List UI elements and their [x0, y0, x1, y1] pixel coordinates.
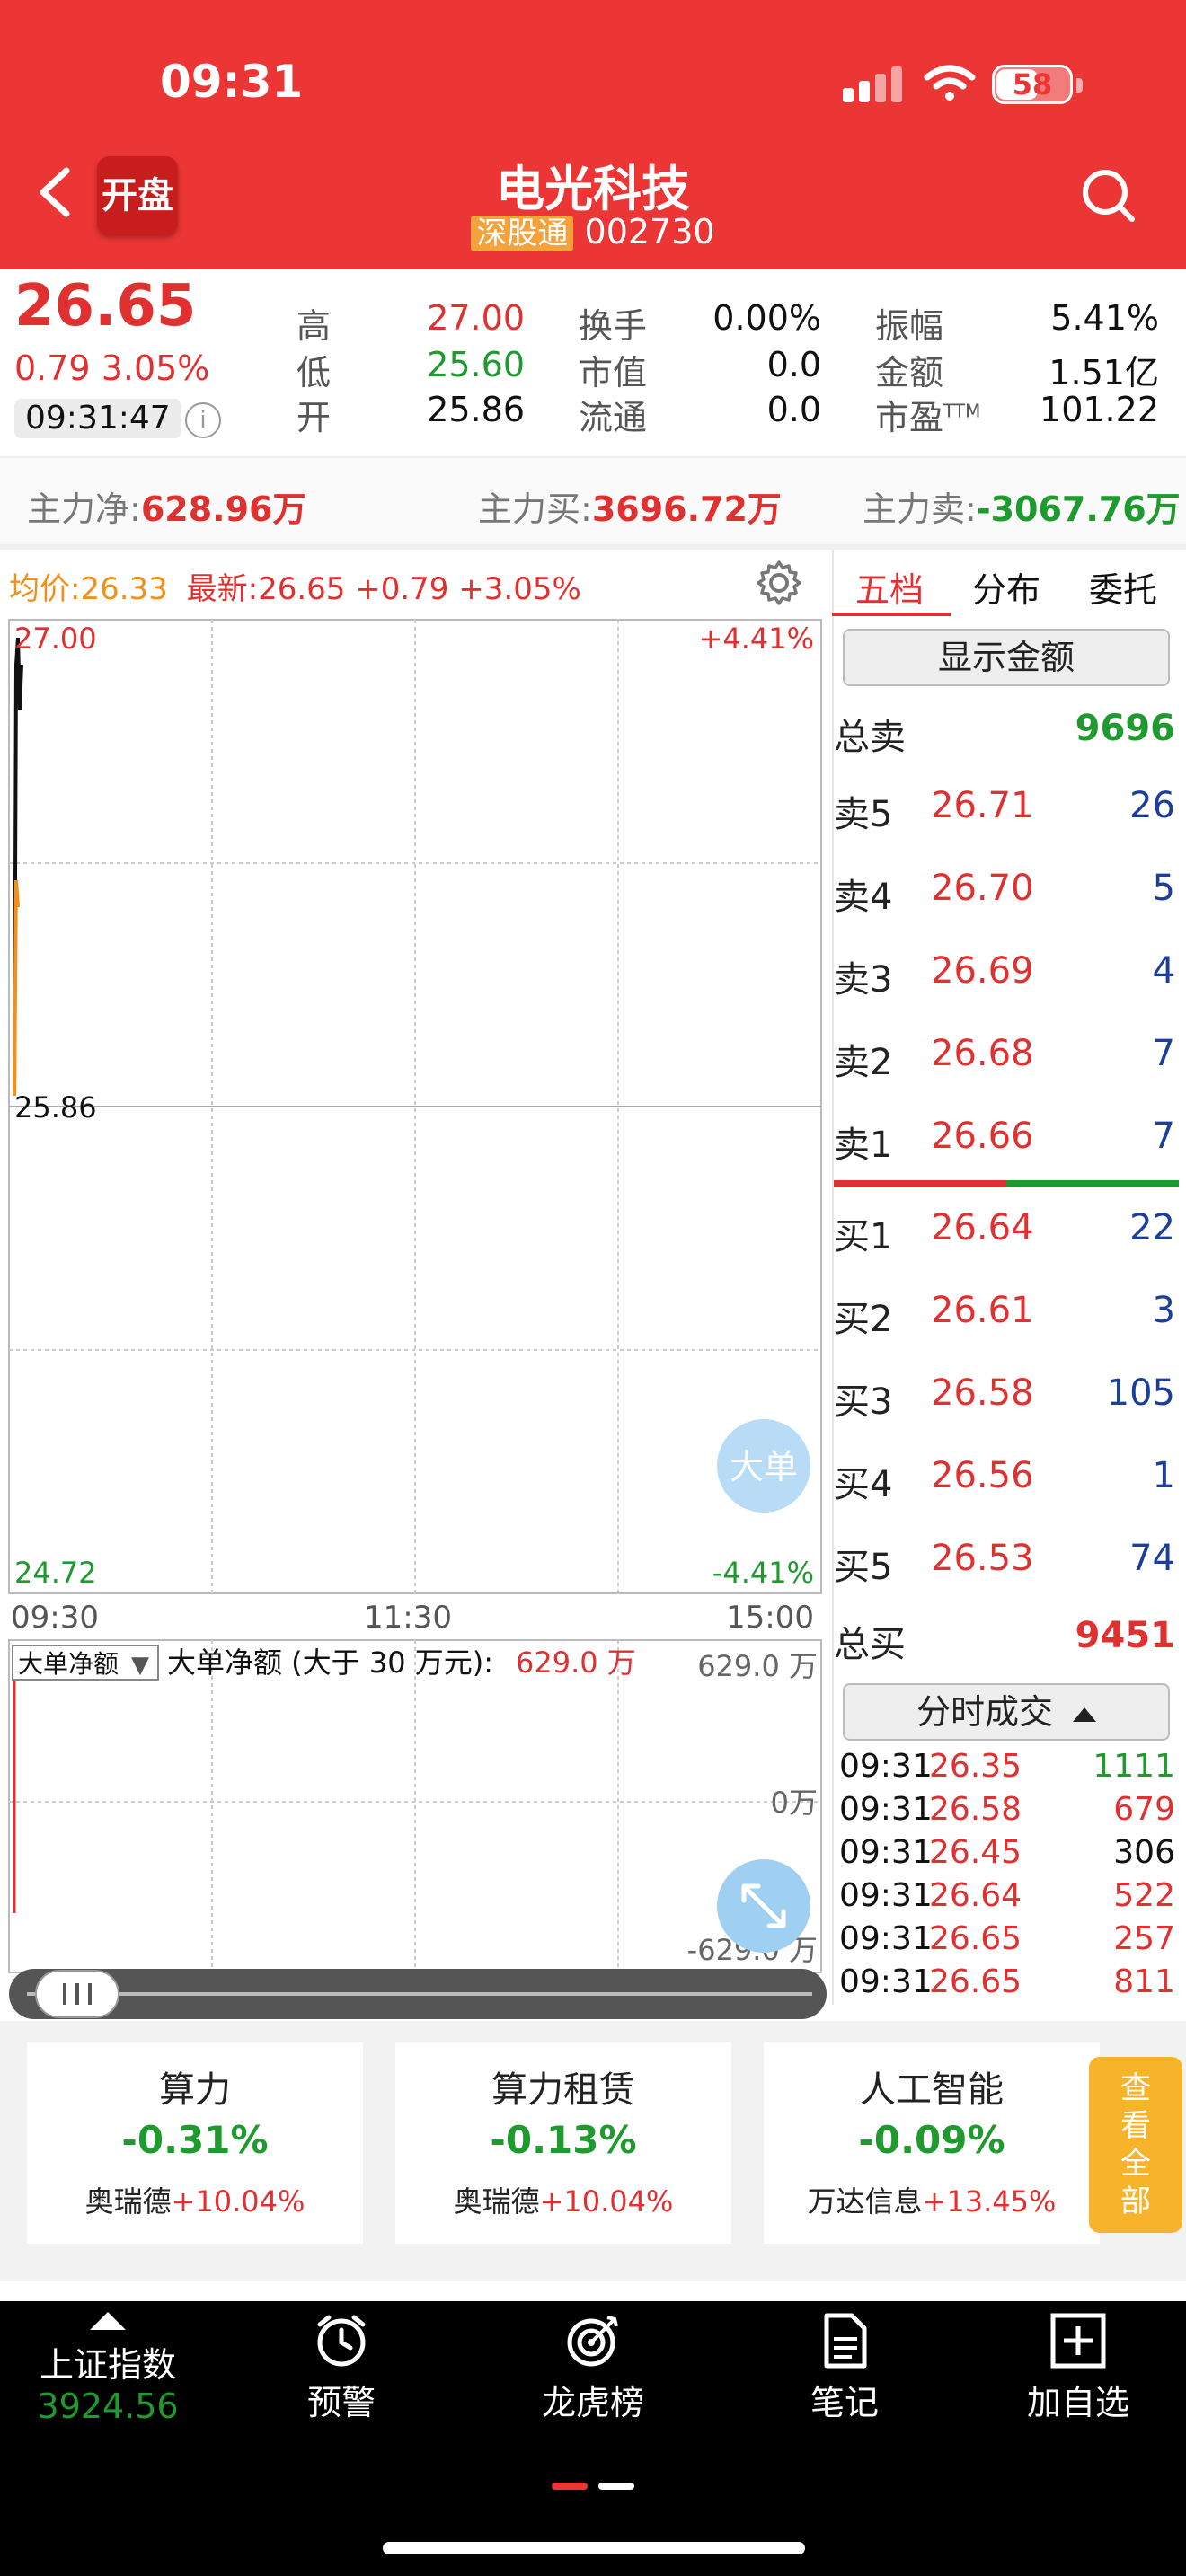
trade-row: 09:31 26.65 811	[839, 1963, 1175, 2000]
main-sell-flow: 主力卖:-3067.76万	[863, 490, 1181, 529]
open-value: 25.86	[427, 390, 525, 429]
settings-gear-icon[interactable]	[755, 559, 803, 607]
bid-row-4[interactable]: 买4 26.56 1	[834, 1455, 1175, 1509]
turnover-value: 0.00%	[712, 298, 821, 338]
amount-label: 金额	[875, 353, 944, 393]
tab-distribution[interactable]: 分布	[972, 562, 1040, 612]
indicator-selector-label: 大单净额	[18, 1649, 119, 1679]
bid-ask-ratio-bar	[834, 1180, 1179, 1187]
concept-card[interactable]: 人工智能 -0.09% 万达信息+13.45%	[764, 2042, 1100, 2244]
stock-subline: 深股通 002730	[0, 208, 1186, 252]
chart-legend: 均价:26.33 最新:26.65 +0.79 +3.05%	[9, 571, 581, 607]
target-icon	[567, 2316, 618, 2367]
concept-card[interactable]: 算力租赁 -0.13% 奥瑞德+10.04%	[395, 2042, 731, 2244]
active-tab-underline	[832, 613, 951, 616]
expand-up-icon	[90, 2312, 126, 2330]
pct-tick-top: +4.41%	[699, 622, 814, 656]
x-tick-open: 09:30	[11, 1600, 99, 1636]
wifi-icon	[924, 65, 976, 101]
float-cap-label: 流通	[579, 398, 648, 437]
see-all-button[interactable]: 查看全部	[1089, 2057, 1182, 2233]
trade-row: 09:31 26.65 257	[839, 1920, 1175, 1957]
dragon-tiger-button[interactable]: 龙虎榜	[521, 2312, 665, 2424]
amplitude-value: 5.41%	[1050, 298, 1159, 338]
exchange-tag: 深股通	[471, 216, 574, 251]
intraday-price-chart[interactable]: 27.00 25.86 24.72 +4.41% -4.41% 09:30 11…	[0, 611, 830, 1742]
subchart-y-top: 629.0 万	[697, 1649, 818, 1683]
alert-button[interactable]: 预警	[270, 2312, 413, 2424]
trade-row: 09:31 26.45 306	[839, 1834, 1175, 1871]
collapse-up-icon	[1073, 1707, 1097, 1722]
search-icon[interactable]	[1080, 167, 1136, 223]
market-cap-value: 0.0	[766, 345, 821, 384]
y-tick-bottom: 24.72	[14, 1556, 97, 1590]
high-value: 27.00	[427, 298, 525, 338]
tab-orders[interactable]: 委托	[1089, 562, 1157, 612]
pct-tick-bottom: -4.41%	[712, 1556, 814, 1590]
market-cap-label: 市值	[579, 353, 648, 393]
capital-flow-bar: 主力净:628.96万 主力买:3696.72万 主力卖:-3067.76万	[0, 456, 1186, 546]
high-label: 高	[296, 306, 332, 346]
note-icon	[824, 2313, 867, 2369]
main-net-flow: 主力净:628.96万	[27, 490, 307, 529]
bid-row-5[interactable]: 买5 26.53 74	[834, 1538, 1175, 1592]
subchart-title: 大单净额 (大于 30 万元):	[167, 1645, 493, 1680]
battery-icon: 58	[992, 65, 1083, 104]
total-buy-row: 总买 9451	[834, 1615, 1175, 1665]
trade-row: 09:31 26.64 522	[839, 1877, 1175, 1914]
subchart-title-value: 629.0 万	[516, 1645, 636, 1680]
add-watchlist-button[interactable]: 加自选	[1006, 2312, 1150, 2424]
quote-time: 09:31:47	[14, 399, 181, 438]
turnover-label: 换手	[579, 306, 648, 346]
big-order-net-chart[interactable]: 大单净额 ▼ 大单净额 (大于 30 万元): 629.0 万 629.0 万 …	[0, 1635, 830, 2026]
bid-row-3[interactable]: 买3 26.58 105	[834, 1372, 1175, 1426]
open-label: 开	[296, 398, 332, 437]
low-label: 低	[296, 353, 332, 393]
price-change: 0.79 3.05%	[14, 348, 210, 388]
panel-tabs: 五档 分布 委托	[832, 550, 1186, 618]
amount-value: 1.51亿	[1049, 353, 1159, 393]
bid-row-1[interactable]: 买1 26.64 22	[834, 1207, 1175, 1261]
index-ticker[interactable]: 上证指数 3924.56	[27, 2312, 189, 2426]
ask-row-3[interactable]: 卖3 26.69 4	[834, 950, 1175, 1004]
y-tick-mid: 25.86	[14, 1090, 97, 1125]
ask-row-4[interactable]: 卖4 26.70 5	[834, 868, 1175, 922]
total-sell-row: 总卖 9696	[834, 708, 1175, 758]
battery-level: 58	[1012, 67, 1053, 101]
y-tick-top: 27.00	[14, 622, 97, 656]
subchart-y-zero: 0万	[771, 1786, 818, 1820]
last-price: 26.65	[14, 273, 197, 340]
amplitude-label: 振幅	[875, 306, 944, 346]
home-indicator[interactable]	[383, 2542, 805, 2554]
show-amount-button[interactable]: 显示金额	[843, 629, 1170, 686]
ask-row-2[interactable]: 卖2 26.68 7	[834, 1033, 1175, 1087]
big-order-label: 大单	[730, 1447, 798, 1486]
status-time: 09:31	[160, 56, 304, 108]
tab-five-levels[interactable]: 五档	[855, 562, 924, 612]
x-tick-close: 15:00	[726, 1600, 814, 1636]
pe-label: 市盈TTM	[875, 398, 981, 437]
notes-button[interactable]: 笔记	[773, 2312, 916, 2424]
concept-card[interactable]: 算力 -0.31% 奥瑞德+10.04%	[27, 2042, 363, 2244]
trade-row: 09:31 26.58 679	[839, 1791, 1175, 1828]
bid-row-2[interactable]: 买2 26.61 3	[834, 1290, 1175, 1344]
selector-arrow-icon: ▼	[131, 1652, 149, 1679]
float-cap-value: 0.0	[766, 390, 821, 429]
x-tick-noon: 11:30	[364, 1600, 452, 1636]
ask-row-1[interactable]: 卖1 26.66 7	[834, 1116, 1175, 1169]
ask-row-5[interactable]: 卖5 26.71 26	[834, 785, 1175, 839]
info-icon[interactable]: i	[185, 402, 221, 438]
stock-code: 002730	[584, 212, 715, 251]
time-sales-button[interactable]: 分时成交	[843, 1683, 1170, 1741]
add-square-icon	[1050, 2313, 1106, 2369]
main-buy-flow: 主力买:3696.72万	[478, 490, 782, 529]
app-header: 09:31 58 开盘 电光科技 深股通 002730	[0, 0, 1186, 269]
low-value: 25.60	[427, 345, 525, 384]
alarm-clock-icon	[317, 2315, 366, 2367]
pe-value: 101.22	[1040, 390, 1159, 429]
trade-row: 09:31 26.35 1111	[839, 1748, 1175, 1785]
